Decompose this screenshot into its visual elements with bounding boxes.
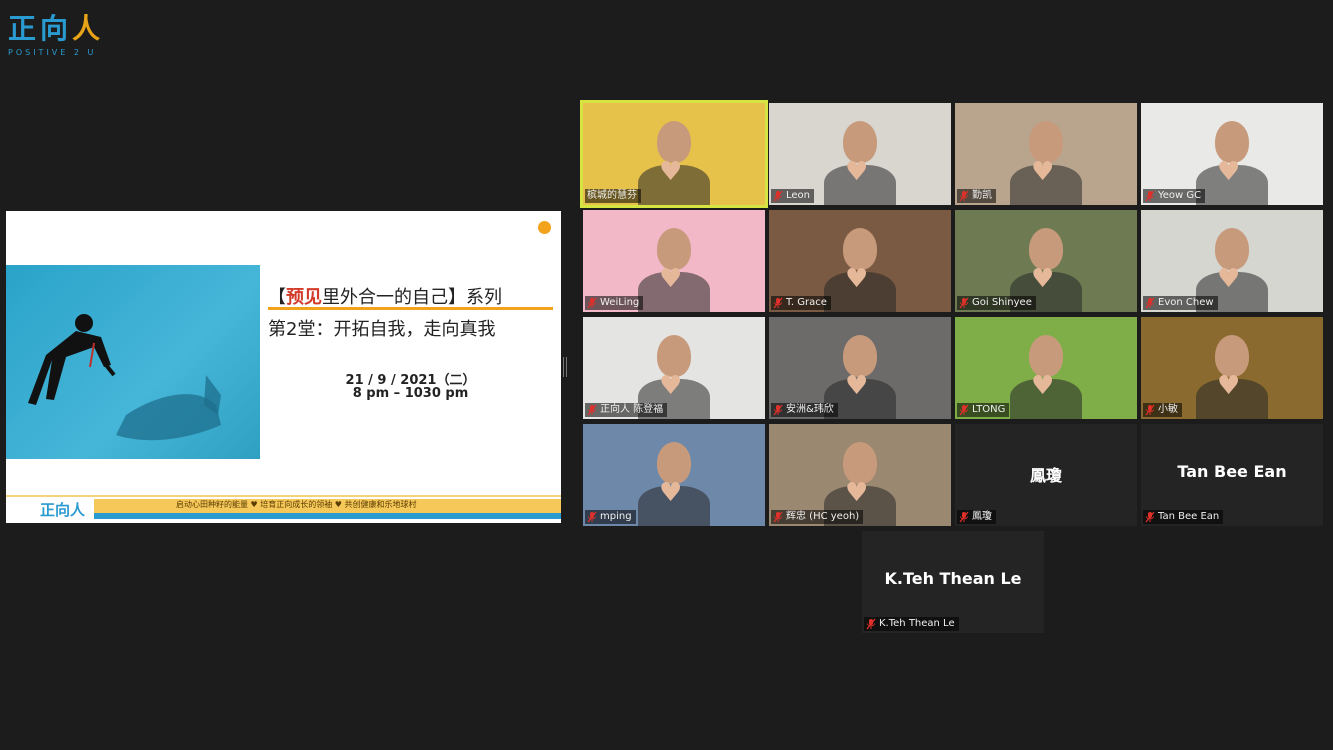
- participant-name-label: 安洲&玮欣: [771, 403, 838, 417]
- heart-hands-icon: ♥: [845, 478, 869, 508]
- mic-muted-icon: [959, 297, 969, 309]
- mic-muted-icon: [959, 511, 969, 523]
- participant-tile[interactable]: ♥ 槟城的慧芬: [580, 100, 768, 208]
- participant-display-name: 鳳瓊: [1029, 466, 1062, 485]
- participant-name-label: WeiLing: [585, 296, 644, 310]
- participant-name-label: K.Teh Thean Le: [864, 617, 959, 631]
- heart-hands-icon: ♥: [1217, 371, 1241, 401]
- heart-hands-icon: ♥: [1031, 371, 1055, 401]
- participant-name-label: Evon Chew: [1143, 296, 1218, 310]
- participant-name-label: 正向人 陈登福: [585, 403, 668, 417]
- heart-hands-icon: ♥: [659, 371, 683, 401]
- slide-footer: 正向人 启动心田种籽的能量 ♥ 培育正向成长的领袖 ♥ 共创健康和乐地球村: [6, 495, 561, 523]
- participant-display-name: K.Teh Thean Le: [884, 569, 1022, 588]
- participant-tile[interactable]: ♥ WeiLing: [583, 210, 765, 312]
- participant-name-label: 勤凯: [957, 189, 996, 203]
- slide-illustration: [6, 265, 260, 459]
- participant-tile[interactable]: ♥ 正向人 陈登福: [583, 317, 765, 419]
- participant-tile[interactable]: ♥ 安洲&玮欣: [769, 317, 951, 419]
- mic-muted-icon: [773, 190, 783, 202]
- mic-muted-icon: [959, 404, 969, 416]
- participant-name-label: LTONG: [957, 403, 1010, 417]
- heart-hands-icon: ♥: [845, 264, 869, 294]
- participant-display-name: Tan Bee Ean: [1177, 462, 1287, 481]
- participant-tile[interactable]: ♥ Goi Shinyee: [955, 210, 1137, 312]
- participant-name-text: K.Teh Thean Le: [879, 618, 955, 629]
- participant-name-label: T. Grace: [771, 296, 831, 310]
- participant-name-text: Yeow GC: [1158, 190, 1202, 201]
- participant-tile[interactable]: ♥ Yeow GC: [1141, 103, 1323, 205]
- participant-tile[interactable]: ♥ Evon Chew: [1141, 210, 1323, 312]
- participant-name-text: Leon: [786, 190, 811, 201]
- heart-hands-icon: ♥: [1031, 264, 1055, 294]
- participant-tile[interactable]: ♥ T. Grace: [769, 210, 951, 312]
- participant-name-text: LTONG: [972, 404, 1006, 415]
- slide-title-line2: 第2堂：开拓自我，走向真我: [268, 319, 496, 340]
- app-logo: 正向人 POSITIVE 2 U: [8, 12, 128, 68]
- participant-name-text: Goi Shinyee: [972, 297, 1032, 308]
- participant-name-text: 勤凯: [972, 190, 992, 201]
- slide-title-line1: 【预见里外合一的自己】系列: [268, 287, 502, 308]
- heart-hands-icon: ♥: [1217, 264, 1241, 294]
- participant-tile[interactable]: ♥ 勤凯: [955, 103, 1137, 205]
- mic-muted-icon: [866, 618, 876, 630]
- mic-muted-icon: [587, 404, 597, 416]
- participant-tile[interactable]: Tan Bee Ean Tan Bee Ean: [1141, 424, 1323, 526]
- heart-hands-icon: ♥: [659, 478, 683, 508]
- participant-name-label: Leon: [771, 189, 815, 203]
- view-splitter-handle[interactable]: [563, 357, 567, 377]
- participant-name-label: mping: [585, 510, 636, 524]
- participant-name-text: 正向人 陈登福: [600, 404, 664, 415]
- participant-name-label: Tan Bee Ean: [1143, 510, 1224, 524]
- participant-name-text: 鳳瓊: [972, 511, 992, 522]
- participant-tile[interactable]: K.Teh Thean Le K.Teh Thean Le: [862, 531, 1044, 633]
- participant-name-text: 槟城的慧芬: [587, 190, 637, 201]
- mic-muted-icon: [1145, 511, 1155, 523]
- participant-name-label: 小敏: [1143, 403, 1182, 417]
- participant-tile[interactable]: ♥ Leon: [769, 103, 951, 205]
- participant-tile[interactable]: ♥ LTONG: [955, 317, 1137, 419]
- mic-muted-icon: [959, 190, 969, 202]
- slide-accent-dot: [538, 221, 551, 234]
- heart-hands-icon: ♥: [659, 264, 683, 294]
- logo-english: POSITIVE 2 U: [8, 48, 97, 57]
- heart-hands-icon: ♥: [1031, 157, 1055, 187]
- mic-muted-icon: [773, 297, 783, 309]
- mic-muted-icon: [1145, 190, 1155, 202]
- participant-name-text: mping: [600, 511, 632, 522]
- heart-hands-icon: ♥: [1217, 157, 1241, 187]
- participant-name-label: 鳳瓊: [957, 510, 996, 524]
- participant-name-label: Yeow GC: [1143, 189, 1206, 203]
- logo-chinese: 正向人: [8, 12, 105, 45]
- mic-muted-icon: [587, 511, 597, 523]
- mic-muted-icon: [1145, 404, 1155, 416]
- participant-name-text: 安洲&玮欣: [786, 404, 834, 415]
- footer-slogan: 启动心田种籽的能量 ♥ 培育正向成长的领袖 ♥ 共创健康和乐地球村: [176, 500, 417, 509]
- heart-hands-icon: ♥: [845, 371, 869, 401]
- participant-tile[interactable]: ♥ 小敏: [1141, 317, 1323, 419]
- participant-name-text: Tan Bee Ean: [1158, 511, 1220, 522]
- participant-name-label: Goi Shinyee: [957, 296, 1036, 310]
- participant-tile[interactable]: ♥ mping: [583, 424, 765, 526]
- participant-name-text: T. Grace: [786, 297, 827, 308]
- participant-name-label: 辉忠 (HC yeoh): [771, 510, 864, 524]
- shared-screen-slide[interactable]: 【预见里外合一的自己】系列 第2堂：开拓自我，走向真我 21 / 9 / 202…: [6, 211, 561, 523]
- mic-muted-icon: [1145, 297, 1155, 309]
- participant-name-label: 槟城的慧芬: [585, 189, 641, 203]
- footer-logo: 正向人: [40, 501, 86, 519]
- participant-name-text: 小敏: [1158, 404, 1178, 415]
- mic-muted-icon: [773, 404, 783, 416]
- heart-hands-icon: ♥: [659, 157, 683, 187]
- slide-title-underline: [268, 307, 553, 310]
- heart-hands-icon: ♥: [845, 157, 869, 187]
- participant-name-text: Evon Chew: [1158, 297, 1214, 308]
- slide-time: 8 pm – 1030 pm: [352, 386, 469, 401]
- participant-tile[interactable]: 鳳瓊 鳳瓊: [955, 424, 1137, 526]
- footer-band-blue: [94, 513, 561, 519]
- participant-tile[interactable]: ♥ 辉忠 (HC yeoh): [769, 424, 951, 526]
- mic-muted-icon: [587, 297, 597, 309]
- participant-name-text: WeiLing: [600, 297, 640, 308]
- participant-name-text: 辉忠 (HC yeoh): [786, 511, 860, 522]
- mic-muted-icon: [773, 511, 783, 523]
